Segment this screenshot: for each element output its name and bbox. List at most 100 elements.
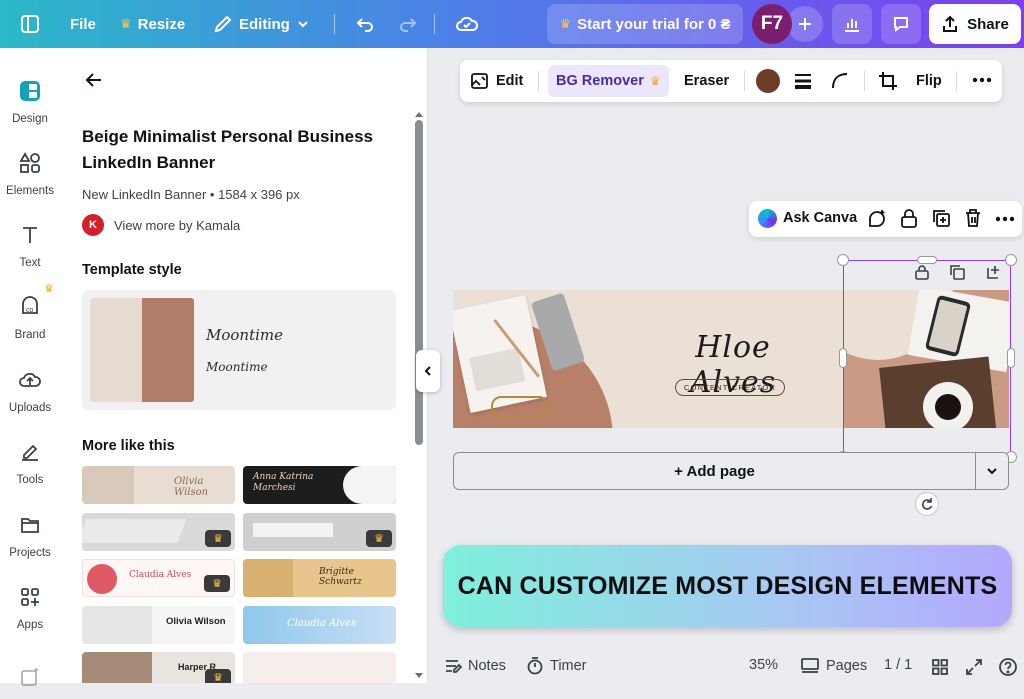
border-style-icon[interactable] (793, 71, 813, 91)
folder-icon (21, 518, 39, 533)
timer-icon (527, 657, 543, 675)
bar-chart-icon (845, 19, 859, 32)
resize-button[interactable]: ♛ Resize (120, 0, 185, 48)
selection-box[interactable] (843, 260, 1011, 457)
timer-button[interactable]: Timer (526, 657, 587, 675)
template-thumbnail[interactable]: Anna Katrina Marchesi (243, 466, 396, 504)
scroll-up-icon[interactable] (414, 110, 424, 118)
zoom-level[interactable]: 35% (749, 657, 778, 673)
chevron-down-icon (298, 21, 308, 28)
notes-button[interactable]: Notes (444, 657, 506, 675)
premium-crown-badge: ♛ (204, 575, 230, 592)
more-like-this-heading: More like this (82, 438, 175, 454)
author-avatar: K (82, 214, 104, 236)
template-style-heading: Template style (82, 262, 182, 278)
template-thumbnail[interactable] (243, 652, 396, 683)
rail-magic[interactable] (0, 660, 60, 699)
color-picker-swatch[interactable] (756, 69, 780, 93)
back-arrow-icon[interactable] (84, 70, 104, 90)
top-bar: File ♛ Resize Editing ♛ Start your trial f… (0, 0, 1024, 48)
resize-handle-right[interactable] (1007, 348, 1015, 368)
context-toolbar: Edit BG Remover ♛ Eraser Flip (460, 60, 1002, 102)
pages-button[interactable]: Pages (800, 657, 867, 675)
template-thumbnail[interactable]: Claudia Alves ♛ (82, 559, 235, 597)
share-button[interactable]: Share (929, 4, 1021, 44)
resize-handle-tl[interactable] (837, 254, 849, 266)
trash-icon[interactable] (964, 208, 982, 228)
shapes-icon (19, 152, 40, 173)
insights-button[interactable] (832, 4, 872, 44)
rail-brand[interactable]: co ♛ Brand (0, 283, 60, 341)
rail-uploads[interactable]: Uploads (0, 363, 60, 414)
rail-projects[interactable]: Projects (0, 508, 60, 559)
help-icon[interactable] (998, 657, 1018, 677)
left-rail: Design Elements Text co ♛ Brand Uploads … (0, 48, 60, 686)
ask-canva-button[interactable]: Ask Canva (783, 210, 857, 226)
resize-handle-top[interactable] (917, 256, 937, 264)
redo-icon[interactable] (398, 0, 418, 48)
plus-icon (799, 18, 811, 30)
sidebar-toggle-icon[interactable] (20, 0, 40, 48)
scroll-down-icon[interactable] (414, 672, 424, 680)
undo-icon[interactable] (355, 0, 375, 48)
pencil-icon (214, 15, 232, 33)
svg-text:co: co (26, 307, 34, 314)
template-thumbnail[interactable]: Harper R ♛ (82, 652, 235, 683)
template-thumbnail[interactable]: Olivia Wilson (82, 466, 235, 504)
rotate-icon (921, 498, 933, 510)
template-thumbnail[interactable]: Brigitte Schwartz (243, 559, 396, 597)
collapse-panel-button[interactable] (416, 350, 440, 392)
text-icon (23, 227, 37, 243)
flip-button[interactable]: Flip (916, 73, 942, 89)
comments-button[interactable] (881, 4, 921, 44)
grid-view-icon[interactable] (931, 658, 949, 676)
template-style-card[interactable]: Moontime Moontime (82, 290, 396, 410)
author-link[interactable]: View more by Kamala (114, 218, 240, 233)
image-edit-icon (471, 73, 488, 89)
cloud-saved-icon[interactable] (455, 0, 479, 48)
apps-icon (21, 588, 39, 606)
element-quick-actions: Ask Canva (749, 201, 1022, 237)
draw-icon (22, 444, 38, 461)
template-thumbnail[interactable]: ♛ (243, 513, 396, 551)
more-options-icon[interactable] (995, 215, 1015, 223)
fullscreen-icon[interactable] (965, 658, 983, 676)
eraser-button[interactable]: Eraser (684, 73, 729, 89)
page-counter: 1 / 1 (884, 657, 913, 673)
rail-text[interactable]: Text (0, 218, 60, 269)
duplicate-icon[interactable] (931, 208, 951, 228)
panel-scrollbar[interactable] (415, 120, 423, 445)
rotate-handle[interactable] (915, 492, 939, 516)
more-options-icon[interactable] (972, 76, 992, 84)
template-thumbnail[interactable]: Claudia Alves (243, 606, 396, 644)
edit-image-button[interactable]: Edit (470, 71, 523, 91)
add-page-button[interactable]: + Add page (453, 452, 1009, 490)
avatar[interactable]: F7 (752, 4, 792, 44)
bottom-bar: Notes Timer 35% Pages 1 / 1 (428, 650, 1024, 683)
add-collaborator-button[interactable] (787, 6, 823, 42)
premium-crown-badge: ♛ (205, 669, 231, 683)
rail-elements[interactable]: Elements (0, 146, 60, 197)
template-subtitle: New LinkedIn Banner • 1584 x 396 px (82, 187, 300, 202)
start-trial-button[interactable]: ♛ Start your trial for 0 ₴ (547, 4, 743, 44)
editing-mode-button[interactable]: Editing (213, 0, 310, 48)
resize-handle-left[interactable] (839, 348, 847, 368)
lock-icon[interactable] (900, 208, 918, 228)
template-thumbnail[interactable]: Olivia Wilson (82, 606, 235, 644)
premium-crown-badge: ♛ (205, 530, 231, 547)
add-comment-icon[interactable] (867, 209, 887, 229)
cloud-upload-icon (19, 372, 41, 387)
template-thumbnail[interactable]: ♛ (82, 513, 235, 551)
resize-handle-tr[interactable] (1005, 254, 1017, 266)
rail-tools[interactable]: Tools (0, 435, 60, 486)
chevron-down-icon[interactable] (986, 465, 998, 477)
template-panel: Beige Minimalist Personal Business Linke… (60, 48, 428, 683)
crown-icon: ♛ (559, 16, 572, 31)
rail-apps[interactable]: Apps (0, 580, 60, 631)
rail-design[interactable]: Design (0, 74, 60, 125)
corner-rounding-icon[interactable] (830, 71, 850, 91)
crop-icon[interactable] (878, 71, 898, 91)
bg-remover-button[interactable]: BG Remover ♛ (548, 65, 669, 97)
file-menu[interactable]: File (70, 0, 96, 48)
magic-icon (21, 668, 38, 686)
